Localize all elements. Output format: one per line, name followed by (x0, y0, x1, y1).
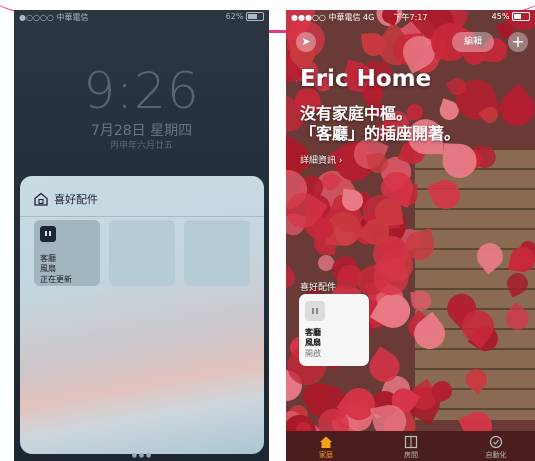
carrier-label: ●○○○○ 中華電信 (19, 13, 89, 22)
accessory-tile-living-room-fan[interactable]: 客廳 風扇 開啟 (299, 294, 369, 366)
leaf-decoration (286, 265, 299, 292)
tab-label: 房間 (404, 451, 418, 459)
lock-clock: 9:26 (83, 62, 200, 120)
battery-indicator: 62% (226, 12, 264, 21)
status-summary-line2: 「客廳」的插座開著。 (300, 124, 461, 143)
location-icon[interactable]: ➤ (296, 32, 316, 52)
tab-home[interactable]: 家庭 (296, 433, 356, 460)
home-app-screen: ●●●○○ 中華電信 4G 下午7:17 45% ➤ 編輯 + Eric Hom… (286, 10, 535, 461)
battery-icon (246, 12, 264, 21)
tab-rooms[interactable]: 房間 (381, 433, 441, 460)
tile-status: 正在更新 (40, 275, 72, 284)
tab-automation[interactable]: 自動化 (466, 433, 526, 460)
lunar-date: 丙申年六月廿五 (109, 141, 173, 151)
rooms-icon (404, 435, 418, 449)
house-icon (320, 436, 332, 448)
outlet-icon (305, 301, 325, 321)
accessory-tile-living-room-fan[interactable]: 客廳 風扇 正在更新 (34, 220, 100, 286)
battery-indicator: 45% (492, 12, 530, 21)
status-summary-line1: 沒有家庭中樞。 (300, 104, 413, 123)
add-button[interactable]: + (508, 32, 528, 52)
battery-percent: 62% (225, 12, 244, 21)
tab-bar: 家庭 房間 自動化 (286, 431, 535, 461)
battery-icon (512, 12, 530, 21)
widget-title: 喜好配件 (54, 193, 98, 206)
tile-name: 客廳 風扇 (40, 254, 56, 274)
favorite-accessories-widget: 喜好配件 客廳 風扇 正在更新 (20, 176, 264, 454)
favorites-heading: 喜好配件 (300, 283, 337, 293)
accessory-name: 客廳 風扇 (305, 328, 321, 348)
home-title: Eric Home (300, 66, 432, 92)
empty-tile (109, 220, 175, 286)
status-bar: ●○○○○ 中華電信 62% (14, 10, 269, 24)
tab-label: 自動化 (485, 451, 507, 459)
status-bar: ●●●○○ 中華電信 4G 下午7:17 45% (286, 10, 535, 24)
lock-date: 7月28日 星期四 (90, 123, 193, 139)
leaf-decoration (493, 83, 535, 133)
edit-button[interactable]: 編輯 (452, 32, 495, 52)
status-summary: 沒有家庭中樞。 「客廳」的插座開著。 (300, 104, 460, 144)
page-dots: ● ● ● (131, 452, 152, 459)
widget-header: 喜好配件 (34, 190, 98, 208)
empty-tile (184, 220, 250, 286)
clock-check-icon (489, 435, 503, 449)
leaf-decoration (441, 142, 477, 179)
home-icon (34, 192, 48, 206)
battery-percent: 45% (491, 12, 510, 21)
accessory-name-line1: 客廳 (305, 328, 321, 337)
tab-label: 家庭 (319, 451, 333, 459)
tile-name-line1: 客廳 (40, 254, 56, 263)
widget-divider (20, 216, 264, 217)
outlet-icon (40, 226, 56, 242)
accessory-status: 開啟 (305, 349, 321, 358)
lock-screen: ●○○○○ 中華電信 62% 9:26 7月28日 星期四 丙申年六月廿五 喜好… (14, 10, 269, 461)
accessory-name-line2: 風扇 (305, 338, 321, 347)
tile-name-line2: 風扇 (40, 264, 56, 273)
details-link[interactable]: 詳細資訊 › (300, 153, 342, 166)
